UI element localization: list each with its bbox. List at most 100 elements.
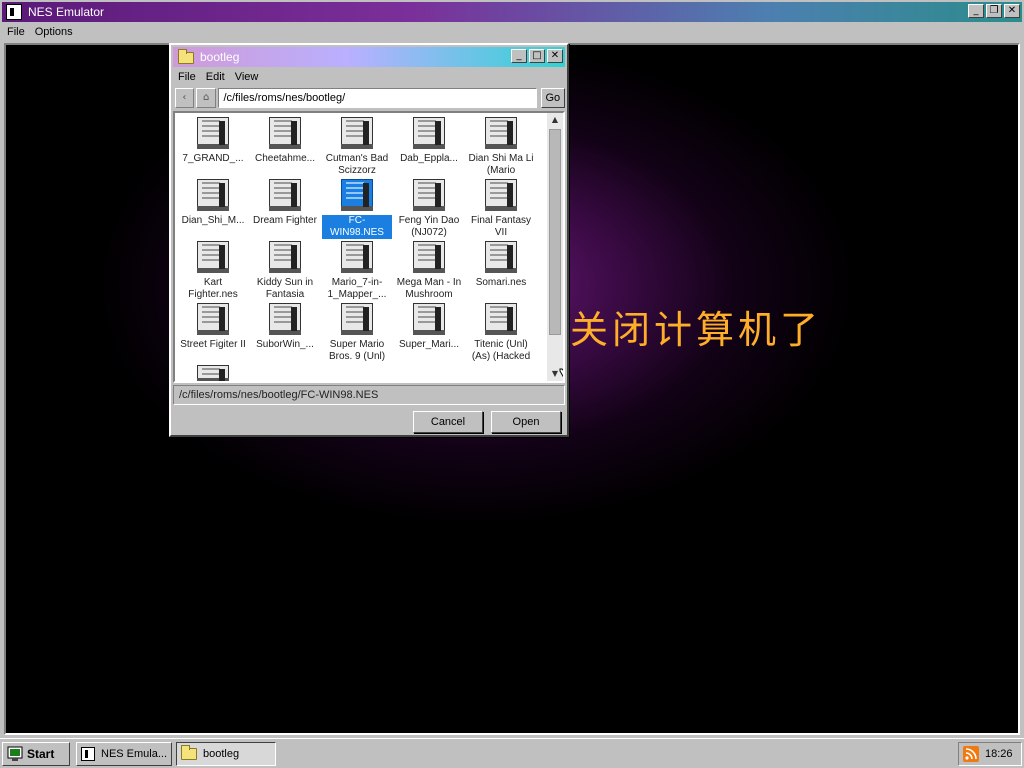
- file-item[interactable]: Dab_Eppla...: [393, 115, 465, 177]
- nes-cartridge-icon: [485, 179, 517, 211]
- file-label: Dian Shi Ma Li (Mario: [468, 153, 534, 176]
- file-label: Titenic (Unl) (As) (Hacked: [471, 339, 531, 362]
- go-button[interactable]: Go: [540, 88, 565, 108]
- file-label: Somari.nes: [475, 277, 527, 288]
- minimize-button[interactable]: _: [968, 4, 984, 18]
- file-item[interactable]: Titenic (Unl) (As) (Hacked: [465, 301, 537, 363]
- dialog-title: bootleg: [200, 50, 240, 64]
- home-button[interactable]: ⌂: [195, 88, 217, 108]
- file-label: Feng Yin Dao (NJ072): [398, 215, 460, 238]
- nes-cartridge-icon: [413, 241, 445, 273]
- open-button[interactable]: Open: [491, 411, 561, 433]
- nes-app-icon: [6, 4, 22, 20]
- nes-cartridge-icon: [485, 117, 517, 149]
- start-icon: [7, 746, 23, 761]
- file-label: Dream Fighter: [253, 215, 317, 226]
- main-window-title: NES Emulator: [28, 5, 105, 19]
- scroll-up-arrow-icon[interactable]: ▲: [547, 113, 563, 127]
- file-item[interactable]: Mario_7-in-1_Mapper_...: [321, 239, 393, 301]
- file-label: Cutman's Bad Scizzorz: [325, 153, 389, 176]
- nes-cartridge-icon: [413, 117, 445, 149]
- file-item[interactable]: Dian Shi Ma Li (Mario: [465, 115, 537, 177]
- nes-cartridge-icon: [197, 365, 229, 381]
- folder-icon: [178, 49, 194, 64]
- taskbar-item-nes-emulator[interactable]: NES Emula...: [76, 742, 172, 766]
- file-item[interactable]: Kiddy Sun in Fantasia: [249, 239, 321, 301]
- file-label: Mario_7-in-1_Mapper_...: [327, 277, 387, 300]
- file-item[interactable]: Kart Fighter.nes: [177, 239, 249, 301]
- nes-cartridge-icon: [341, 179, 373, 211]
- dialog-maximize-button[interactable]: □: [529, 49, 545, 63]
- restore-button[interactable]: ❐: [986, 4, 1002, 18]
- taskbar-item-label: bootleg: [203, 748, 240, 760]
- nes-cartridge-icon: [413, 179, 445, 211]
- file-item[interactable]: Cutman's Bad Scizzorz: [321, 115, 393, 177]
- file-item[interactable]: Dian_Shi_M...: [177, 177, 249, 239]
- path-input[interactable]: /c/files/roms/nes/bootleg/: [218, 88, 537, 108]
- menu-options[interactable]: Options: [30, 26, 78, 38]
- file-label: Dab_Eppla...: [400, 153, 458, 164]
- file-item[interactable]: Final Fantasy VII: [465, 177, 537, 239]
- nes-cartridge-icon: [341, 241, 373, 273]
- file-label: Super Mario Bros. 9 (Unl): [328, 339, 386, 362]
- vertical-scrollbar[interactable]: ▲ ▼: [547, 113, 563, 381]
- taskbar: Start NES Emula... bootleg 18:26: [0, 738, 1024, 768]
- main-titlebar[interactable]: NES Emulator _ ❐ ✕: [2, 2, 1022, 22]
- folder-icon: [181, 745, 197, 760]
- dialog-close-button[interactable]: ✕: [547, 49, 563, 63]
- nes-cartridge-icon: [197, 117, 229, 149]
- close-button[interactable]: ✕: [1004, 4, 1020, 18]
- dialog-minimize-button[interactable]: _: [511, 49, 527, 63]
- file-item[interactable]: Super_Mari...: [393, 301, 465, 363]
- nes-cartridge-icon: [413, 303, 445, 335]
- file-label: Super_Mari...: [398, 339, 460, 350]
- file-item[interactable]: 7_GRAND_...: [177, 115, 249, 177]
- start-button[interactable]: Start: [2, 742, 70, 766]
- file-label: FC-WIN98.NES: [322, 215, 392, 239]
- file-label: Dian_Shi_M...: [181, 215, 245, 226]
- dialog-menu-view[interactable]: View: [230, 71, 264, 83]
- file-label: SuborWin_...: [256, 339, 314, 350]
- file-item[interactable]: FC-WIN98.NES: [321, 177, 393, 239]
- file-item[interactable]: Super Mario Bros. 9 (Unl): [321, 301, 393, 363]
- nes-cartridge-icon: [269, 179, 301, 211]
- file-item[interactable]: Mega Man - In Mushroom: [393, 239, 465, 301]
- file-item[interactable]: Feng Yin Dao (NJ072): [393, 177, 465, 239]
- file-item[interactable]: Dream Fighter: [249, 177, 321, 239]
- nes-cartridge-icon: [197, 241, 229, 273]
- file-item[interactable]: SuborWin_...: [249, 301, 321, 363]
- file-label: Cheetahme...: [254, 153, 316, 164]
- file-label: Kiddy Sun in Fantasia: [256, 277, 314, 300]
- file-label: 7_GRAND_...: [182, 153, 244, 164]
- start-label: Start: [27, 747, 55, 761]
- taskbar-item-bootleg[interactable]: bootleg: [176, 742, 276, 766]
- cancel-button[interactable]: Cancel: [413, 411, 483, 433]
- dialog-titlebar[interactable]: bootleg _ □ ✕: [173, 47, 565, 67]
- nes-cartridge-icon: [269, 303, 301, 335]
- scroll-thumb[interactable]: [549, 129, 561, 335]
- main-menubar: File Options: [2, 23, 1022, 41]
- file-item[interactable]: Somari.nes: [465, 239, 537, 301]
- open-file-dialog: bootleg _ □ ✕ File Edit View ‹ ⌂ /c/file…: [169, 43, 569, 437]
- rss-icon[interactable]: [963, 746, 979, 762]
- nes-cartridge-icon: [269, 117, 301, 149]
- file-grid: 7_GRAND_... Cheetahme... Cutman's Bad Sciz…: [177, 115, 547, 381]
- nes-cartridge-icon: [341, 303, 373, 335]
- file-item[interactable]: Street Figiter II: [177, 301, 249, 363]
- nes-cartridge-icon: [485, 303, 517, 335]
- hand-cursor-icon: [559, 368, 563, 378]
- back-button[interactable]: ‹: [175, 88, 194, 108]
- menu-file[interactable]: File: [2, 26, 30, 38]
- file-item[interactable]: Cheetahme...: [249, 115, 321, 177]
- system-tray: 18:26: [958, 742, 1022, 766]
- file-item[interactable]: [177, 363, 249, 381]
- dialog-menu-file[interactable]: File: [173, 71, 201, 83]
- file-label: Mega Man - In Mushroom: [396, 277, 462, 300]
- file-list[interactable]: 7_GRAND_... Cheetahme... Cutman's Bad Sciz…: [173, 111, 565, 383]
- file-label: Street Figiter II: [180, 339, 246, 350]
- emulator-screen-text: 关闭计算机了: [570, 308, 823, 352]
- nes-app-icon: [81, 747, 95, 761]
- nes-cartridge-icon: [485, 241, 517, 273]
- dialog-menu-edit[interactable]: Edit: [201, 71, 230, 83]
- clock: 18:26: [985, 748, 1013, 760]
